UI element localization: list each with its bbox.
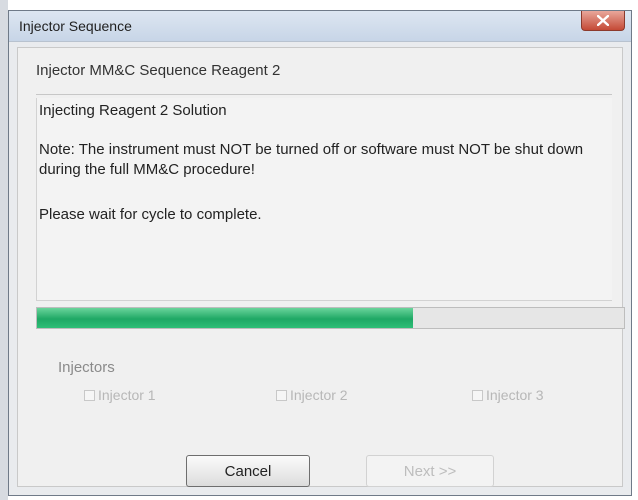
injector-3-checkbox[interactable]: Injector 3: [472, 387, 544, 403]
dialog-window: Injector Sequence Injector MM&C Sequence…: [8, 10, 632, 496]
window-edge: [0, 0, 8, 500]
status-text: Injecting Reagent 2 Solution: [39, 102, 227, 119]
checkbox-box: [276, 389, 287, 401]
window-title: Injector Sequence: [19, 18, 132, 34]
injector-3-label: Injector 3: [486, 387, 544, 403]
divider: [36, 94, 612, 95]
injector-1-label: Injector 1: [98, 387, 156, 403]
sequence-heading: Injector MM&C Sequence Reagent 2: [36, 62, 281, 79]
injector-2-label: Injector 2: [290, 387, 348, 403]
next-button[interactable]: Next >>: [366, 455, 494, 487]
dialog-content: Injector MM&C Sequence Reagent 2 Injecti…: [17, 47, 623, 487]
checkbox-box: [472, 389, 483, 401]
cancel-button[interactable]: Cancel: [186, 455, 310, 487]
warning-note: Note: The instrument must NOT be turned …: [39, 141, 584, 178]
progress-bar: [36, 307, 625, 329]
checkbox-box: [84, 389, 95, 401]
injector-1-checkbox[interactable]: Injector 1: [84, 387, 156, 403]
wait-message: Please wait for cycle to complete.: [39, 206, 262, 223]
title-bar[interactable]: Injector Sequence: [9, 11, 631, 42]
injector-2-checkbox[interactable]: Injector 2: [276, 387, 348, 403]
close-button[interactable]: [581, 11, 625, 31]
message-area: Injecting Reagent 2 Solution Note: The i…: [36, 98, 612, 301]
injectors-group: Injectors Injector 1 Injector 2 Injector…: [36, 353, 624, 463]
progress-fill: [37, 308, 413, 328]
injectors-label: Injectors: [58, 359, 115, 376]
